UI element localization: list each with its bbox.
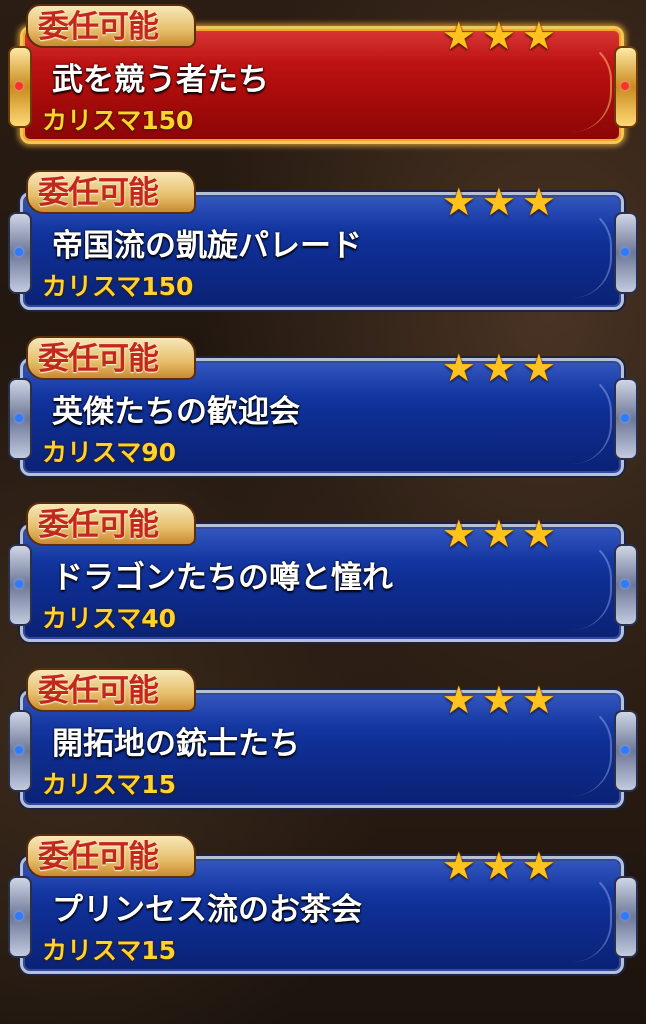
star-icon: ★: [441, 346, 476, 390]
mission-title: プリンセス流のお茶会: [52, 892, 362, 928]
star-icon: ★: [441, 512, 476, 556]
frame-cap-right: [614, 212, 638, 294]
gem-icon: [621, 580, 629, 588]
delegable-badge-text: 委任可能: [38, 175, 159, 211]
delegable-badge-text: 委任可能: [38, 341, 159, 377]
gem-icon: [621, 414, 629, 422]
star-icon: ★: [521, 678, 556, 722]
frame-cap-right: [614, 46, 638, 128]
delegable-badge: 委任可能: [26, 834, 196, 878]
frame-cap-right: [614, 378, 638, 460]
delegable-badge: 委任可能: [26, 336, 196, 380]
frame-cap-left: [8, 46, 32, 128]
mission-card-3[interactable]: 委任可能 ★ ★ ★ ドラゴンたちの噂と憧れ カリスマ40: [6, 498, 640, 648]
delegable-badge-text: 委任可能: [38, 9, 159, 45]
gem-icon: [15, 248, 23, 256]
star-rating: ★ ★ ★: [442, 680, 556, 720]
mission-card-4[interactable]: 委任可能 ★ ★ ★ 開拓地の銃士たち カリスマ15: [6, 664, 640, 814]
frame-cap-left: [8, 378, 32, 460]
star-icon: ★: [481, 844, 516, 888]
star-icon: ★: [481, 14, 516, 58]
mission-title: 英傑たちの歓迎会: [52, 394, 300, 430]
star-icon: ★: [521, 180, 556, 224]
star-icon: ★: [481, 512, 516, 556]
charisma-requirement: カリスマ150: [42, 106, 194, 135]
delegable-badge: 委任可能: [26, 668, 196, 712]
delegable-badge: 委任可能: [26, 170, 196, 214]
mission-title: 武を競う者たち: [52, 62, 269, 98]
star-icon: ★: [521, 844, 556, 888]
mission-card-1[interactable]: 委任可能 ★ ★ ★ 帝国流の凱旋パレード カリスマ150: [6, 166, 640, 316]
frame-cap-left: [8, 544, 32, 626]
frame-cap-left: [8, 710, 32, 792]
gem-icon: [15, 912, 23, 920]
mission-list-screen: 委任可能 ★ ★ ★ 武を競う者たち カリスマ150 委任可能 ★ ★ ★ 帝国…: [0, 0, 646, 1024]
star-rating: ★ ★ ★: [442, 182, 556, 222]
frame-cap-right: [614, 876, 638, 958]
gem-icon: [621, 912, 629, 920]
frame-cap-left: [8, 212, 32, 294]
star-icon: ★: [441, 844, 476, 888]
star-icon: ★: [441, 14, 476, 58]
delegable-badge-text: 委任可能: [38, 673, 159, 709]
frame-cap-left: [8, 876, 32, 958]
star-icon: ★: [441, 678, 476, 722]
frame-cap-right: [614, 710, 638, 792]
delegable-badge-text: 委任可能: [38, 839, 159, 875]
mission-card-0[interactable]: 委任可能 ★ ★ ★ 武を競う者たち カリスマ150: [6, 0, 640, 150]
charisma-requirement: カリスマ150: [42, 272, 194, 301]
gem-icon: [621, 82, 629, 90]
mission-title: 帝国流の凱旋パレード: [52, 228, 362, 264]
delegable-badge-text: 委任可能: [38, 507, 159, 543]
gem-icon: [621, 746, 629, 754]
star-icon: ★: [481, 678, 516, 722]
mission-card-2[interactable]: 委任可能 ★ ★ ★ 英傑たちの歓迎会 カリスマ90: [6, 332, 640, 482]
mission-title: ドラゴンたちの噂と憧れ: [52, 560, 393, 596]
gem-icon: [15, 414, 23, 422]
mission-title: 開拓地の銃士たち: [52, 726, 300, 762]
star-icon: ★: [441, 180, 476, 224]
star-rating: ★ ★ ★: [442, 514, 556, 554]
gem-icon: [15, 82, 23, 90]
star-icon: ★: [521, 14, 556, 58]
star-icon: ★: [481, 180, 516, 224]
star-icon: ★: [521, 512, 556, 556]
star-rating: ★ ★ ★: [442, 348, 556, 388]
charisma-requirement: カリスマ40: [42, 604, 177, 633]
charisma-requirement: カリスマ15: [42, 770, 177, 799]
mission-card-5[interactable]: 委任可能 ★ ★ ★ プリンセス流のお茶会 カリスマ15: [6, 830, 640, 980]
delegable-badge: 委任可能: [26, 4, 196, 48]
star-icon: ★: [521, 346, 556, 390]
frame-cap-right: [614, 544, 638, 626]
star-icon: ★: [481, 346, 516, 390]
charisma-requirement: カリスマ15: [42, 936, 177, 965]
gem-icon: [621, 248, 629, 256]
star-rating: ★ ★ ★: [442, 846, 556, 886]
charisma-requirement: カリスマ90: [42, 438, 177, 467]
star-rating: ★ ★ ★: [442, 16, 556, 56]
delegable-badge: 委任可能: [26, 502, 196, 546]
gem-icon: [15, 580, 23, 588]
gem-icon: [15, 746, 23, 754]
